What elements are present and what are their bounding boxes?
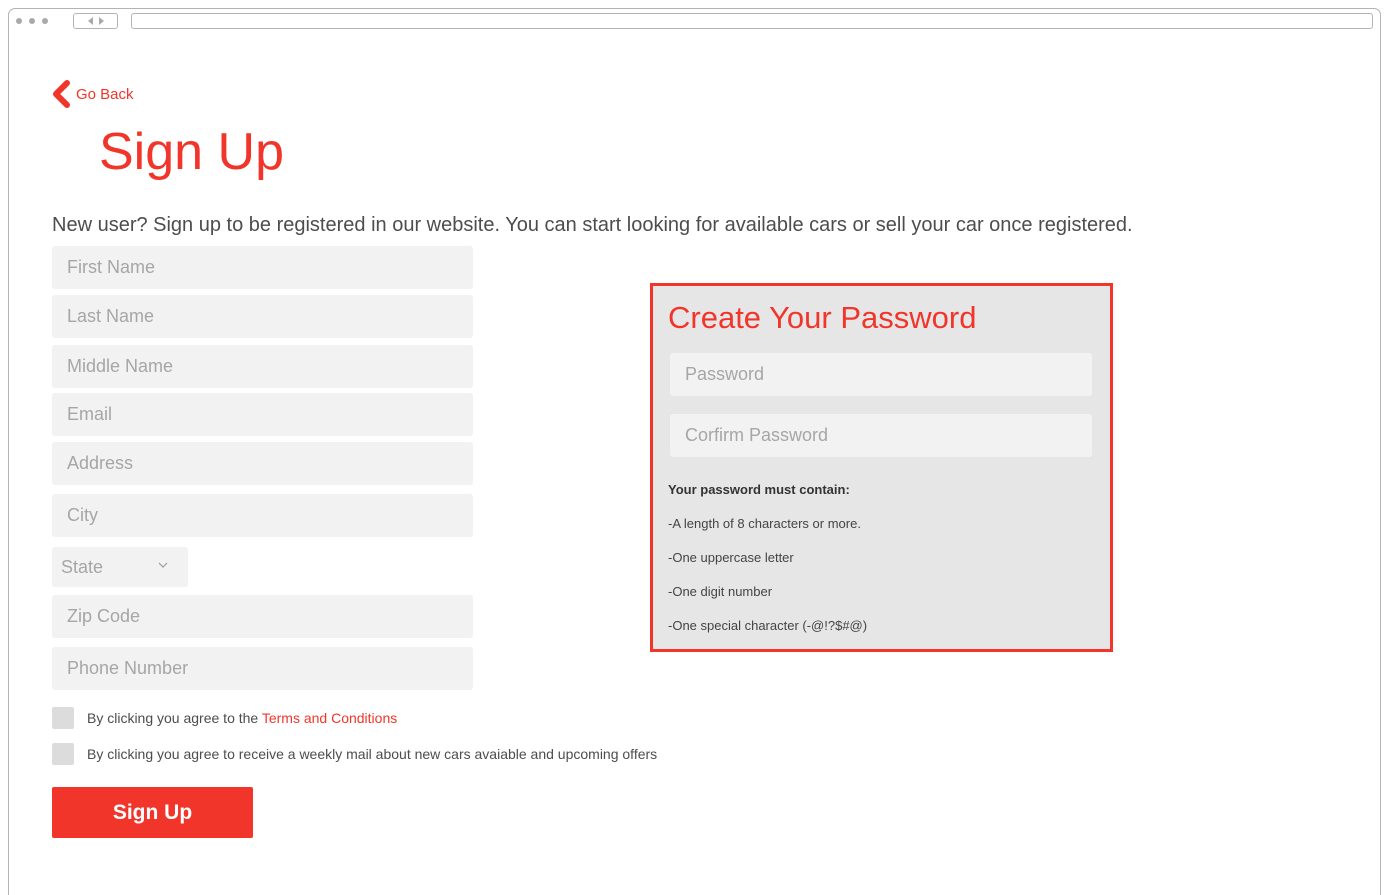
city-field[interactable]: [52, 494, 473, 537]
terms-link[interactable]: Terms and Conditions: [262, 710, 397, 726]
terms-checkbox[interactable]: [52, 707, 74, 729]
password-field[interactable]: [670, 353, 1092, 396]
password-panel-title: Create Your Password: [668, 300, 977, 335]
state-select[interactable]: State: [52, 547, 188, 587]
window-dot-icon: [29, 18, 35, 24]
password-panel: Create Your Password Your password must …: [650, 283, 1113, 652]
password-requirement: -A length of 8 characters or more.: [668, 516, 861, 531]
last-name-field[interactable]: [52, 295, 473, 338]
address-field[interactable]: [52, 442, 473, 485]
forward-arrow-icon[interactable]: [98, 17, 104, 25]
password-requirements-heading: Your password must contain:: [668, 482, 850, 497]
address-bar[interactable]: [131, 13, 1373, 29]
window-dot-icon: [16, 18, 22, 24]
sign-up-button[interactable]: Sign Up: [52, 787, 253, 838]
browser-nav-buttons[interactable]: [73, 13, 118, 29]
terms-prefix: By clicking you agree to the: [87, 710, 262, 726]
password-requirement: -One digit number: [668, 584, 773, 599]
password-requirement: -One uppercase letter: [668, 550, 794, 565]
chevron-down-icon: [158, 562, 168, 568]
terms-agreement-text: By clicking you agree to the Terms and C…: [87, 710, 397, 726]
go-back-label[interactable]: Go Back: [76, 86, 134, 103]
email-field[interactable]: [52, 393, 473, 436]
phone-number-field[interactable]: [52, 647, 473, 690]
mail-checkbox[interactable]: [52, 743, 74, 765]
browser-titlebar: [9, 9, 1380, 33]
password-requirement: -One special character (-@!?$#@): [668, 618, 868, 633]
mail-agreement-text: By clicking you agree to receive a weekl…: [87, 746, 658, 762]
chevron-left-icon[interactable]: [50, 80, 72, 108]
state-select-label: State: [61, 556, 104, 577]
go-back-link[interactable]: Go Back: [50, 80, 134, 108]
middle-name-field[interactable]: [52, 345, 473, 388]
confirm-password-field[interactable]: [670, 414, 1092, 457]
terms-agreement-row: By clicking you agree to the Terms and C…: [52, 707, 397, 729]
page-title: Sign Up: [99, 123, 284, 181]
zip-code-field[interactable]: [52, 595, 473, 638]
back-arrow-icon[interactable]: [87, 17, 93, 25]
first-name-field[interactable]: [52, 246, 473, 289]
mail-agreement-row: By clicking you agree to receive a weekl…: [52, 743, 657, 765]
window-dot-icon: [42, 18, 48, 24]
intro-text: New user? Sign up to be registered in ou…: [52, 214, 1133, 236]
